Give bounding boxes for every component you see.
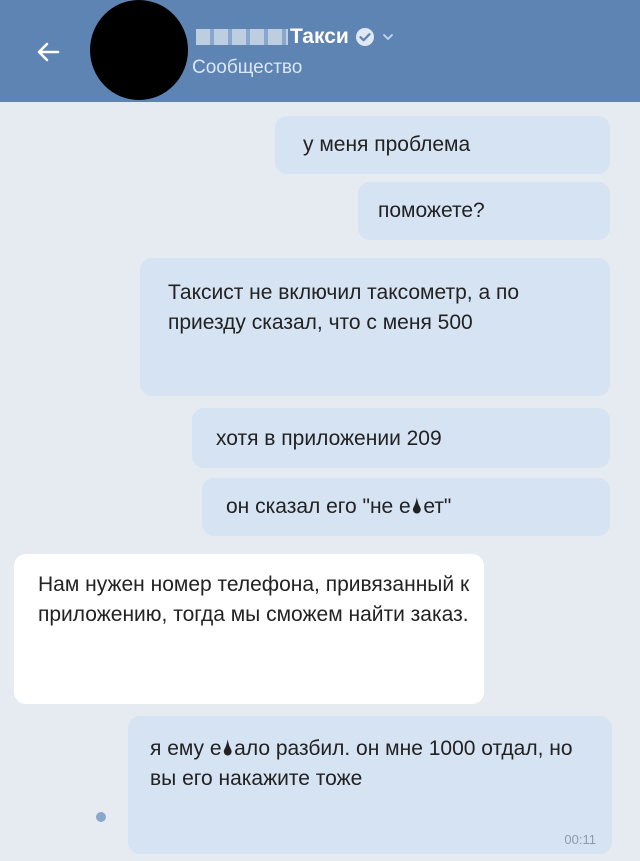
message-time: 00:11	[564, 832, 596, 847]
back-arrow-icon[interactable]	[32, 36, 64, 68]
verified-check-icon	[355, 28, 374, 46]
avatar[interactable]	[90, 0, 188, 100]
message-text: Нам нужен номер телефона, привязанный к …	[38, 573, 470, 626]
chat-title: Такси	[290, 25, 349, 48]
chat-subtitle: Сообщество	[192, 57, 303, 78]
outgoing-message[interactable]: Таксист не включил таксометр, а по приез…	[140, 258, 610, 396]
outgoing-message[interactable]: поможете?	[358, 182, 610, 240]
message-text: Таксист не включил таксометр, а по приез…	[168, 281, 520, 334]
outgoing-message[interactable]: у меня проблема	[275, 116, 610, 174]
message-text: поможете?	[378, 199, 485, 222]
message-text: у меня проблема	[303, 133, 471, 156]
blurred-name-fragment	[196, 29, 288, 45]
outgoing-message[interactable]: хотя в приложении 209	[192, 408, 610, 468]
message-list: у меня проблема поможете? Таксист не вкл…	[0, 102, 640, 861]
unread-indicator	[96, 812, 106, 822]
chat-title-row[interactable]: Такси	[196, 22, 395, 52]
outgoing-message[interactable]: он сказал его "не е🌢ет"	[202, 478, 610, 536]
outgoing-message[interactable]: я ему е🌢ало разбил. он мне 1000 отдал, н…	[128, 716, 612, 854]
chat-header: Такси Сообщество	[0, 0, 640, 102]
chevron-down-icon[interactable]	[381, 30, 395, 44]
message-text: я ему е🌢ало разбил. он мне 1000 отдал, н…	[150, 737, 573, 790]
message-text: он сказал его "не е🌢ет"	[226, 495, 452, 518]
incoming-message[interactable]: Нам нужен номер телефона, привязанный к …	[14, 554, 484, 704]
message-text: хотя в приложении 209	[216, 427, 442, 450]
